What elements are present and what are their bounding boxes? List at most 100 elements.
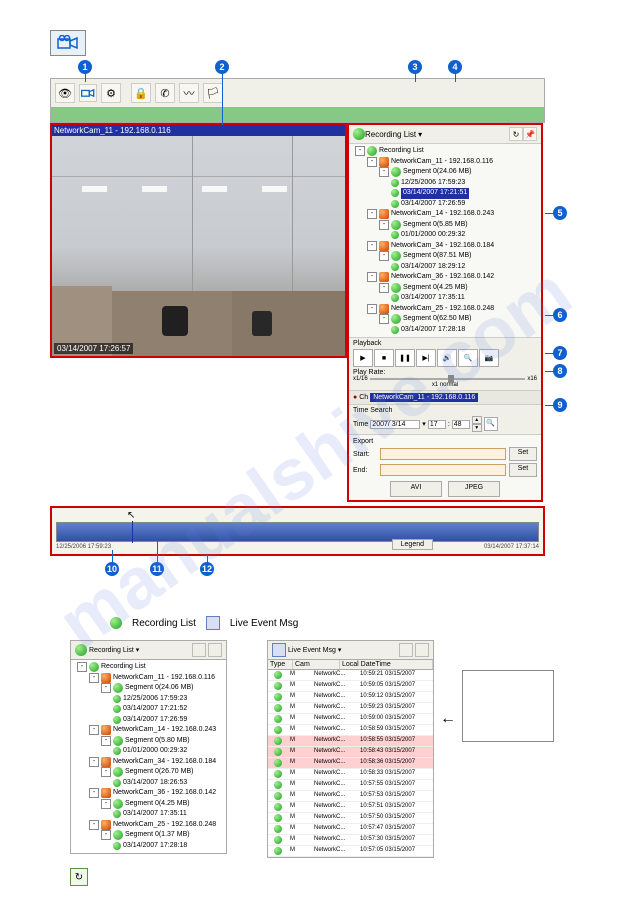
eye-icon[interactable]: 👁 bbox=[55, 83, 75, 103]
event-row[interactable]: MNetworkC...10:59:05 03/15/2007 bbox=[268, 681, 433, 692]
refresh-icon[interactable] bbox=[192, 643, 206, 657]
cursor-icon[interactable]: ↖ bbox=[127, 510, 135, 521]
note-box bbox=[462, 670, 554, 742]
tree-file[interactable]: 03/14/2007 17:26:59 bbox=[353, 199, 537, 210]
export-start-field[interactable] bbox=[380, 448, 506, 460]
tree-segment[interactable]: - Segment 0(5.80 MB) bbox=[75, 736, 222, 747]
export-start-set[interactable]: Set bbox=[509, 447, 537, 461]
pause-button[interactable]: ❚❚ bbox=[395, 349, 415, 367]
play-button[interactable]: ▶ bbox=[353, 349, 373, 367]
tree-camera[interactable]: - NetworkCam_25 - 192.168.0.248 bbox=[75, 820, 222, 831]
tree-camera[interactable]: - NetworkCam_36 - 192.168.0.142 bbox=[75, 788, 222, 799]
event-row[interactable]: MNetworkC...10:58:43 03/15/2007 bbox=[268, 747, 433, 758]
event-row[interactable]: MNetworkC...10:57:47 03/15/2007 bbox=[268, 824, 433, 835]
tree-root[interactable]: - Recording List bbox=[75, 662, 222, 673]
tree-camera[interactable]: - NetworkCam_11 - 192.168.0.116 bbox=[353, 157, 537, 168]
refresh-icon[interactable]: ↻ bbox=[509, 127, 523, 141]
video-frame[interactable]: 03/14/2007 17:26:57 bbox=[52, 136, 345, 356]
tree-file[interactable]: 01/01/2000 00:29:32 bbox=[75, 746, 222, 757]
pin-icon[interactable] bbox=[415, 643, 429, 657]
channel-value[interactable]: NetworkCam_11 - 192.168.0.116 bbox=[370, 393, 478, 402]
curve-icon[interactable]: 〰 bbox=[179, 83, 199, 103]
event-row[interactable]: MNetworkC...10:57:55 03/15/2007 bbox=[268, 780, 433, 791]
timeline-track[interactable] bbox=[56, 522, 539, 542]
tree-root[interactable]: - Recording List bbox=[353, 146, 537, 157]
event-row[interactable]: MNetworkC...10:58:55 03/15/2007 bbox=[268, 736, 433, 747]
tree-camera[interactable]: - NetworkCam_25 - 192.168.0.248 bbox=[353, 304, 537, 315]
event-row[interactable]: MNetworkC...10:57:30 03/15/2007 bbox=[268, 835, 433, 846]
tree-segment[interactable]: - Segment 0(24.06 MB) bbox=[353, 167, 537, 178]
export-end-set[interactable]: Set bbox=[509, 463, 537, 477]
tree-file[interactable]: 03/14/2007 17:28:18 bbox=[353, 325, 537, 336]
spin-down[interactable]: ▼ bbox=[472, 424, 482, 432]
tree-file[interactable]: 03/14/2007 17:21:51 bbox=[353, 188, 537, 199]
legend-button[interactable]: Legend bbox=[392, 539, 433, 550]
timeline-panel: ↖ 12/25/2006 17:59:23 03/14/2007 17:37:1… bbox=[50, 506, 545, 556]
event-row[interactable]: MNetworkC...10:59:00 03/15/2007 bbox=[268, 714, 433, 725]
tree-segment[interactable]: - Segment 0(62.50 MB) bbox=[353, 314, 537, 325]
pin-icon[interactable]: 📌 bbox=[523, 127, 537, 141]
flag-icon[interactable]: 🏳 bbox=[203, 83, 223, 103]
search-button[interactable]: 🔍 bbox=[484, 417, 498, 431]
lock-icon[interactable]: 🔒 bbox=[131, 83, 151, 103]
pin-icon[interactable] bbox=[208, 643, 222, 657]
tree-file[interactable]: 03/14/2007 17:21:52 bbox=[75, 704, 222, 715]
tree-file[interactable]: 03/14/2007 18:26:53 bbox=[75, 778, 222, 789]
export-avi-button[interactable]: AVI bbox=[390, 481, 442, 497]
settings-icon[interactable]: ⚙ bbox=[101, 83, 121, 103]
callout-11: 11 bbox=[150, 562, 164, 576]
callout-2: 2 bbox=[215, 60, 229, 74]
event-row[interactable]: MNetworkC...10:59:12 03/15/2007 bbox=[268, 692, 433, 703]
date-input[interactable] bbox=[370, 420, 420, 429]
tree-camera[interactable]: - NetworkCam_34 - 192.168.0.184 bbox=[353, 241, 537, 252]
tree-segment[interactable]: - Segment 0(4.25 MB) bbox=[75, 799, 222, 810]
snapshot-icon[interactable]: 📷 bbox=[479, 349, 499, 367]
tree-file[interactable]: 03/14/2007 18:29:12 bbox=[353, 262, 537, 273]
minute-input[interactable] bbox=[452, 420, 470, 429]
tree-file[interactable]: 03/14/2007 17:28:18 bbox=[75, 841, 222, 852]
recording-tree-small[interactable]: - Recording List- NetworkCam_11 - 192.16… bbox=[71, 660, 226, 853]
spin-up[interactable]: ▲ bbox=[472, 416, 482, 424]
event-row[interactable]: MNetworkC...10:58:33 03/15/2007 bbox=[268, 769, 433, 780]
recording-tree[interactable]: - Recording List- NetworkCam_11 - 192.16… bbox=[349, 144, 541, 337]
zoom-icon[interactable]: 🔍 bbox=[458, 349, 478, 367]
export-jpeg-button[interactable]: JPEG bbox=[448, 481, 500, 497]
tree-file[interactable]: 03/14/2007 17:35:11 bbox=[75, 809, 222, 820]
event-row[interactable]: MNetworkC...10:59:23 03/15/2007 bbox=[268, 703, 433, 714]
step-button[interactable]: ▶| bbox=[416, 349, 436, 367]
tree-segment[interactable]: - Segment 0(4.25 MB) bbox=[353, 283, 537, 294]
tree-file[interactable]: 01/01/2000 00:29:32 bbox=[353, 230, 537, 241]
tree-segment[interactable]: - Segment 0(1.37 MB) bbox=[75, 830, 222, 841]
event-row[interactable]: MNetworkC...10:58:59 03/15/2007 bbox=[268, 725, 433, 736]
event-row[interactable]: MNetworkC...10:57:50 03/15/2007 bbox=[268, 813, 433, 824]
tree-camera[interactable]: - NetworkCam_11 - 192.168.0.116 bbox=[75, 673, 222, 684]
event-row[interactable]: MNetworkC...10:59:21 03/15/2007 bbox=[268, 670, 433, 681]
tree-file[interactable]: 12/25/2006 17:59:23 bbox=[75, 694, 222, 705]
recording-list-title: Recording List bbox=[365, 130, 416, 139]
tree-segment[interactable]: - Segment 0(5.85 MB) bbox=[353, 220, 537, 231]
tree-camera[interactable]: - NetworkCam_14 - 192.168.0.243 bbox=[353, 209, 537, 220]
tree-segment[interactable]: - Segment 0(26.70 MB) bbox=[75, 767, 222, 778]
tree-segment[interactable]: - Segment 0(24.06 MB) bbox=[75, 683, 222, 694]
speaker-icon[interactable]: 🔊 bbox=[437, 349, 457, 367]
tree-file[interactable]: 03/14/2007 17:35:11 bbox=[353, 293, 537, 304]
timeline-marker[interactable] bbox=[132, 521, 133, 543]
recorder-button[interactable] bbox=[79, 84, 97, 102]
tree-file[interactable]: 12/25/2006 17:59:23 bbox=[353, 178, 537, 189]
tree-camera[interactable]: - NetworkCam_14 - 192.168.0.243 bbox=[75, 725, 222, 736]
refresh-icon[interactable] bbox=[399, 643, 413, 657]
stop-button[interactable]: ■ bbox=[374, 349, 394, 367]
tree-segment[interactable]: - Segment 0(87.51 MB) bbox=[353, 251, 537, 262]
event-row[interactable]: MNetworkC...10:57:51 03/15/2007 bbox=[268, 802, 433, 813]
event-row[interactable]: MNetworkC...10:57:05 03/15/2007 bbox=[268, 846, 433, 857]
event-row[interactable]: MNetworkC...10:58:36 03/15/2007 bbox=[268, 758, 433, 769]
export-end-field[interactable] bbox=[380, 464, 506, 476]
tree-camera[interactable]: - NetworkCam_34 - 192.168.0.184 bbox=[75, 757, 222, 768]
event-row[interactable]: MNetworkC...10:57:53 03/15/2007 bbox=[268, 791, 433, 802]
tree-file[interactable]: 03/14/2007 17:26:59 bbox=[75, 715, 222, 726]
phone-icon[interactable]: ✆ bbox=[155, 83, 175, 103]
event-rows[interactable]: MNetworkC...10:59:21 03/15/2007MNetworkC… bbox=[268, 670, 433, 857]
hour-input[interactable] bbox=[428, 420, 446, 429]
refresh-icon[interactable]: ↻ bbox=[70, 868, 88, 886]
tree-camera[interactable]: - NetworkCam_36 - 192.168.0.142 bbox=[353, 272, 537, 283]
